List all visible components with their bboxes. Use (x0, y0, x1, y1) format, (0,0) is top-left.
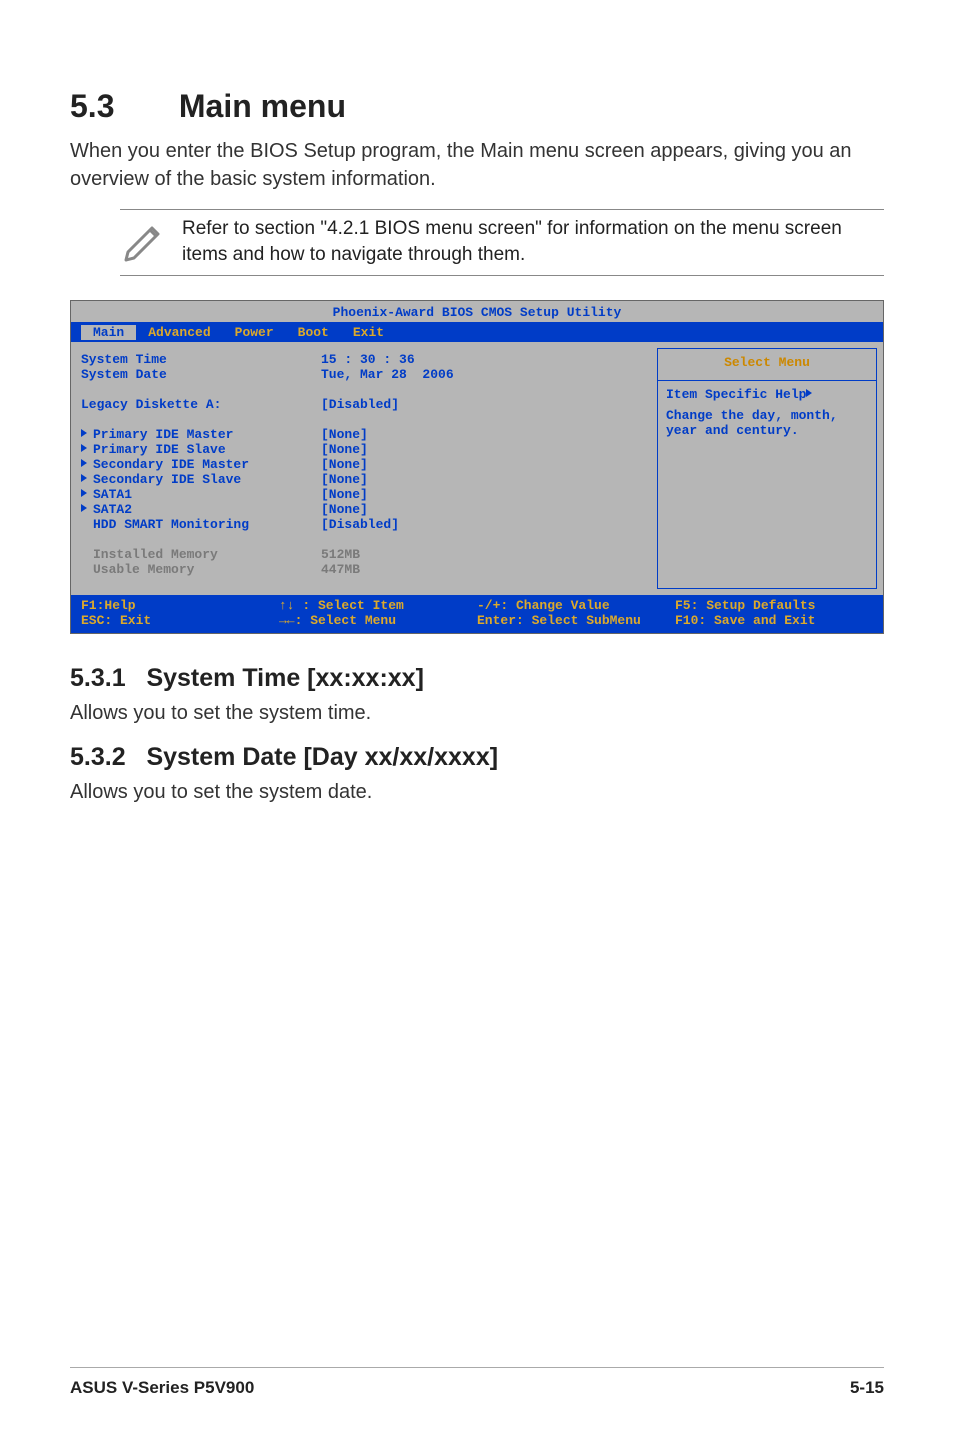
subsection-number: 5.3.2 (70, 743, 126, 771)
bios-row-label[interactable]: SATA1 (81, 487, 321, 502)
bios-row-label[interactable]: Primary IDE Master (81, 427, 321, 442)
bios-row-value-dim: 512MB (321, 547, 657, 562)
section-title: Main menu (179, 88, 346, 124)
footer-product: ASUS V-Series P5V900 (70, 1378, 254, 1398)
bios-help-title: Select Menu (666, 355, 868, 370)
bios-row-label[interactable]: System Date (81, 367, 321, 382)
bios-row-label[interactable]: SATA2 (81, 502, 321, 517)
bios-content-pane: System Time System Date Legacy Diskette … (71, 342, 657, 595)
pencil-note-icon (120, 216, 168, 269)
bios-footer: F1:Help ESC: Exit ↑↓ : Select Item →←: S… (71, 595, 883, 633)
spacer (81, 532, 321, 547)
submenu-icon (81, 459, 87, 467)
bios-row-value[interactable]: 15 : 30 : 36 (321, 352, 657, 367)
submenu-icon (81, 429, 87, 437)
page-footer: ASUS V-Series P5V900 5-15 (70, 1367, 884, 1398)
spacer (321, 382, 657, 397)
spacer (321, 412, 657, 427)
subsection-heading: 5.3.1 System Time [xx:xx:xx] (70, 664, 884, 693)
subsection-body: Allows you to set the system date. (70, 778, 884, 806)
bios-row-value[interactable]: [None] (321, 502, 657, 517)
bios-row-value[interactable]: Tue, Mar 28 2006 (321, 367, 657, 382)
footer-page-number: 5-15 (850, 1378, 884, 1398)
note-text: Refer to section "4.2.1 BIOS menu screen… (182, 216, 884, 267)
bios-row-label[interactable]: HDD SMART Monitoring (81, 517, 321, 532)
subsection-heading: 5.3.2 System Date [Day xx/xx/xxxx] (70, 743, 884, 772)
right-arrow-icon (806, 389, 812, 397)
bios-screenshot: Phoenix-Award BIOS CMOS Setup Utility Ma… (70, 300, 884, 634)
bios-footer-col: ↑↓ : Select Item →←: Select Menu (279, 598, 477, 628)
note-block: Refer to section "4.2.1 BIOS menu screen… (120, 209, 884, 276)
bios-row-label[interactable]: Secondary IDE Master (81, 457, 321, 472)
bios-row-label[interactable]: Secondary IDE Slave (81, 472, 321, 487)
bios-title: Phoenix-Award BIOS CMOS Setup Utility (71, 301, 883, 322)
bios-help-line: Item Specific Help (666, 387, 868, 402)
bios-footer-col: F5: Setup Defaults F10: Save and Exit (675, 598, 873, 628)
submenu-icon (81, 444, 87, 452)
bios-row-label[interactable]: Primary IDE Slave (81, 442, 321, 457)
submenu-icon (81, 504, 87, 512)
bios-tab-main[interactable]: Main (81, 325, 136, 340)
subsection-number: 5.3.1 (70, 664, 126, 692)
bios-row-value-dim: 447MB (321, 562, 657, 577)
bios-row-label[interactable]: Legacy Diskette A: (81, 397, 321, 412)
intro-paragraph: When you enter the BIOS Setup program, t… (70, 137, 884, 193)
bios-tab-power[interactable]: Power (223, 325, 286, 340)
bios-row-label-dim: Installed Memory (81, 547, 321, 562)
submenu-icon (81, 489, 87, 497)
bios-row-value[interactable]: [None] (321, 472, 657, 487)
bios-menubar: Main Advanced Power Boot Exit (71, 322, 883, 342)
bios-row-value[interactable]: [Disabled] (321, 397, 657, 412)
section-number: 5.3 (70, 88, 170, 125)
bios-row-label[interactable]: System Time (81, 352, 321, 367)
bios-help-pane: Select Menu Item Specific Help Change th… (657, 348, 877, 589)
bios-tab-boot[interactable]: Boot (286, 325, 341, 340)
spacer (81, 382, 321, 397)
submenu-icon (81, 474, 87, 482)
bios-footer-col: -/+: Change Value Enter: Select SubMenu (477, 598, 675, 628)
bios-row-value[interactable]: [None] (321, 442, 657, 457)
spacer (81, 412, 321, 427)
bios-row-value[interactable]: [None] (321, 427, 657, 442)
bios-help-body: Change the day, month, year and century. (666, 408, 868, 438)
bios-tab-advanced[interactable]: Advanced (136, 325, 222, 340)
subsection-body: Allows you to set the system time. (70, 699, 884, 727)
subsection-title: System Time [xx:xx:xx] (146, 664, 423, 692)
bios-row-label-dim: Usable Memory (81, 562, 321, 577)
subsection-title: System Date [Day xx/xx/xxxx] (146, 743, 498, 771)
bios-row-value[interactable]: [Disabled] (321, 517, 657, 532)
section-heading: 5.3 Main menu (70, 88, 884, 125)
spacer (321, 532, 657, 547)
bios-row-value[interactable]: [None] (321, 487, 657, 502)
bios-footer-col: F1:Help ESC: Exit (81, 598, 279, 628)
bios-row-value[interactable]: [None] (321, 457, 657, 472)
bios-tab-exit[interactable]: Exit (341, 325, 396, 340)
